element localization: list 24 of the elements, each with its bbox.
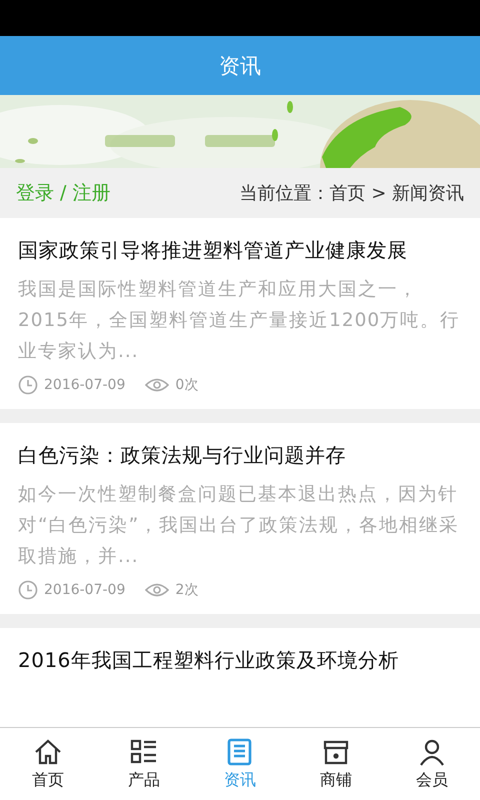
tab[interactable]: 会员 — [384, 728, 480, 800]
article-date: 2016-07-09 — [44, 377, 126, 393]
eye-icon — [145, 582, 170, 598]
article-card[interactable]: 国家政策引导将推进塑料管道产业健康发展 我国是国际性塑料管道生产和应用大国之一，2015年，全国塑料管道生产量接近1200万吨。行业专家认为... 2016-07-09 0次 — [0, 218, 480, 409]
article-title[interactable]: 国家政策引导将推进塑料管道产业健康发展 — [18, 236, 462, 264]
eye-icon — [145, 377, 170, 393]
tab[interactable]: 产品 — [96, 728, 192, 800]
article-summary: 如今一次性塑制餐盒问题已基本退出热点，因为针对“白色污染”，我国出台了政策法规，各地相继采取措施，并... — [18, 483, 460, 569]
person-icon — [417, 737, 447, 767]
tab[interactable]: 商铺 — [288, 728, 384, 800]
article-card[interactable]: 2016年我国工程塑料行业政策及环境分析 — [0, 628, 480, 727]
view-count: 0次 — [175, 376, 198, 394]
view-count: 2次 — [175, 581, 198, 599]
article-card[interactable]: 白色污染：政策法规与行业问题并存 如今一次性塑制餐盒问题已基本退出热点，因为针对“白色污染”，我国出台了政策法规，各地相继采取措施，并... 2016-07-09 2次 — [0, 423, 480, 614]
tab[interactable]: 首页 — [0, 728, 96, 800]
page-title: 资讯 — [219, 52, 261, 80]
clock-icon — [18, 580, 38, 600]
home-icon — [33, 737, 63, 767]
clock-icon — [18, 375, 38, 395]
article-title[interactable]: 2016年我国工程塑料行业政策及环境分析 — [18, 646, 462, 674]
article-title[interactable]: 白色污染：政策法规与行业问题并存 — [18, 441, 462, 469]
article-summary: 我国是国际性塑料管道生产和应用大国之一，2015年，全国塑料管道生产量接近1200万吨。行业专家认为... — [18, 278, 462, 364]
article-date: 2016-07-09 — [44, 582, 126, 598]
breadcrumb: 当前位置：首页 > 新闻资讯 — [239, 182, 464, 205]
